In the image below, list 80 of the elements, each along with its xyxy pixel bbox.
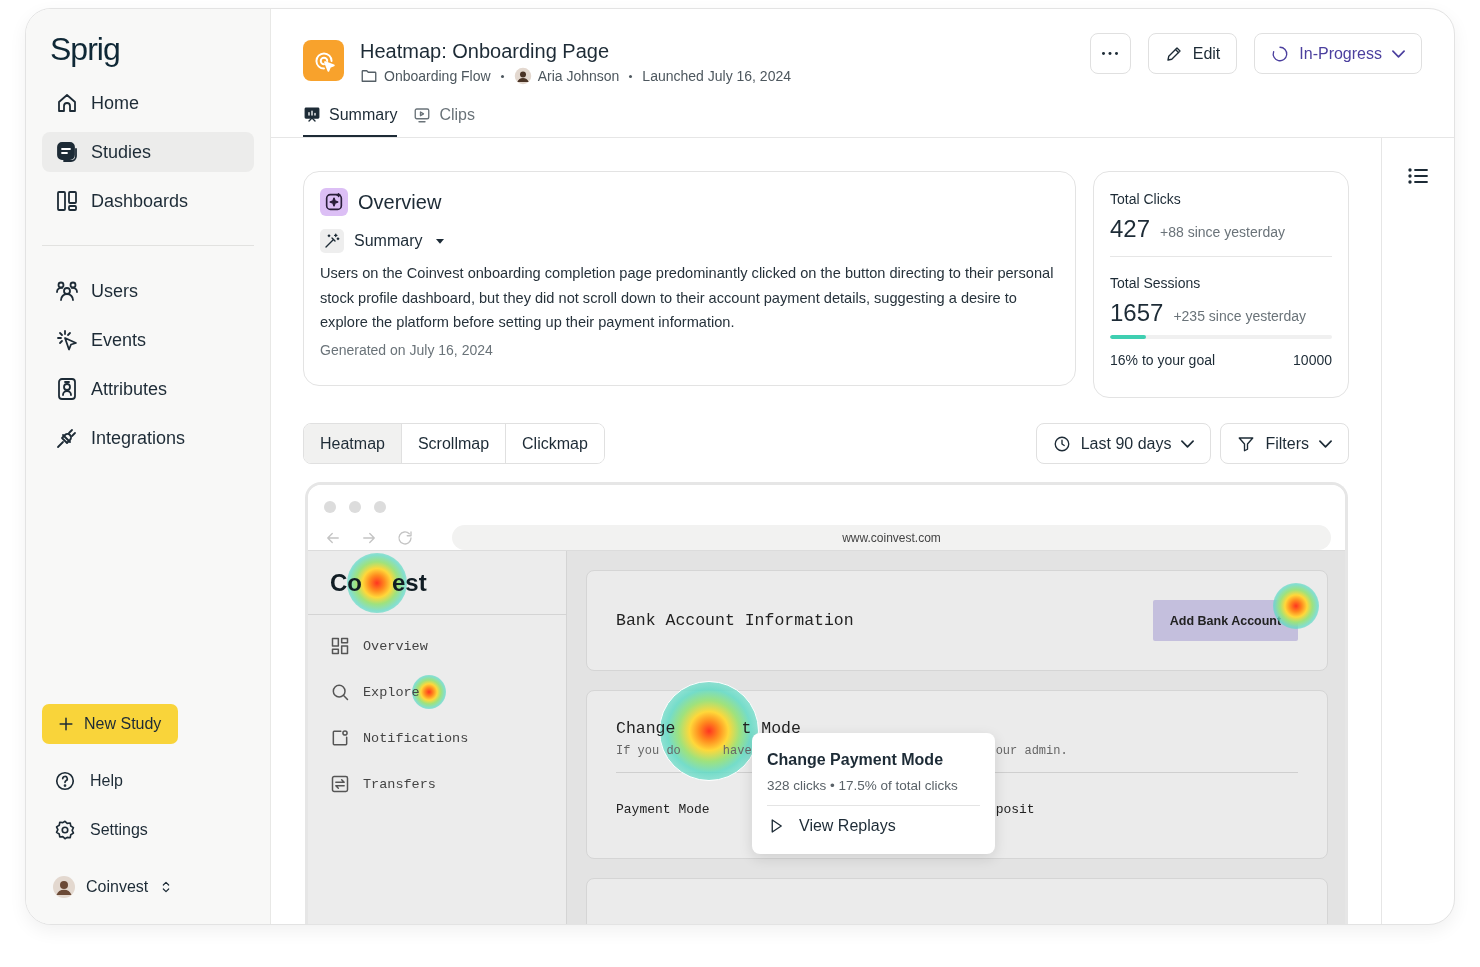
- card-note: If you do: [616, 744, 681, 758]
- card-title: t Mode: [741, 719, 801, 738]
- site-nav-item[interactable]: Notifications: [330, 723, 566, 753]
- date-range-dropdown[interactable]: Last 90 days: [1035, 423, 1212, 464]
- nav-item[interactable]: Dashboards: [42, 181, 254, 221]
- site-nav-item[interactable]: Overview: [330, 631, 566, 661]
- summary-text: Users on the Coinvest onboarding completion page predominantly clicked on the button directing to their personal stock profile dashboard, but they did not scroll down to their account payment details, suggesting a desire to explore the platform before setting up their payment information.: [320, 264, 1055, 332]
- settings-icon: [54, 819, 76, 841]
- folder-name[interactable]: Onboarding Flow: [384, 68, 491, 84]
- card-note: our admin.: [995, 744, 1068, 758]
- chevron-down-icon: [1319, 439, 1332, 448]
- tab[interactable]: Summary: [303, 95, 398, 137]
- nav-item[interactable]: Users: [42, 271, 254, 311]
- tooltip-title: Change Payment Mode: [767, 751, 945, 769]
- filters-button[interactable]: Filters: [1220, 423, 1349, 464]
- notification-icon: [330, 728, 350, 748]
- stat-label: Total Clicks: [1110, 191, 1182, 207]
- status-dropdown[interactable]: In-Progress: [1254, 33, 1422, 74]
- author-name: Aria Johnson: [537, 68, 620, 84]
- goal-target: 10000: [1293, 352, 1332, 368]
- stat-label: Total Sessions: [1110, 275, 1202, 291]
- summary-dropdown[interactable]: Summary: [320, 229, 449, 253]
- launch-date: Launched July 16, 2024: [642, 68, 792, 84]
- field-value: posit: [995, 802, 1035, 817]
- goal-label: 16% to your goal: [1110, 352, 1216, 368]
- monitor-play-icon: [413, 106, 432, 124]
- chevron-down-icon: [1392, 49, 1405, 58]
- address-bar[interactable]: www.coinvest.com: [452, 525, 1331, 550]
- folder-icon: [360, 67, 378, 85]
- more-icon: [1102, 52, 1119, 55]
- nav-item[interactable]: Studies: [42, 132, 254, 172]
- add-bank-button[interactable]: Add Bank Account: [1153, 600, 1298, 641]
- filter-icon: [1237, 434, 1256, 453]
- nav-item[interactable]: Events: [42, 320, 254, 360]
- avatar-icon: [52, 875, 76, 899]
- site-nav-item[interactable]: Transfers: [330, 769, 566, 799]
- nav-item[interactable]: Attributes: [42, 369, 254, 409]
- stat-value: 1657: [1110, 299, 1164, 327]
- section-title: Overview: [358, 190, 442, 214]
- generated-date: Generated on July 16, 2024: [320, 341, 494, 358]
- plug-icon: [55, 426, 79, 450]
- workspace-switcher[interactable]: Coinvest: [42, 867, 254, 907]
- card-title: Bank Account Information: [616, 611, 854, 630]
- clock-icon: [1052, 434, 1071, 453]
- view-replays-button[interactable]: View Replays: [767, 817, 896, 835]
- avatar-icon: [513, 67, 532, 85]
- help-icon: [54, 770, 76, 792]
- transfer-icon: [330, 774, 350, 794]
- chat-icon: [55, 140, 79, 164]
- id-card-icon: [55, 377, 79, 401]
- search-icon: [330, 682, 350, 702]
- view-tab[interactable]: Heatmap: [304, 424, 401, 463]
- nav-item[interactable]: Integrations: [42, 418, 254, 458]
- field-label: Payment Mode: [616, 802, 710, 817]
- study-title: Heatmap: Onboarding Page: [360, 40, 611, 62]
- grid-icon: [330, 636, 350, 656]
- nav-item[interactable]: Home: [42, 83, 254, 123]
- home-icon: [55, 91, 79, 115]
- tab[interactable]: Clips: [413, 95, 475, 137]
- magic-wand-icon: [323, 232, 341, 250]
- reload-icon: [396, 528, 414, 547]
- progress-icon: [1271, 44, 1290, 63]
- logo: Sprig: [50, 30, 121, 69]
- window-controls-icon: [324, 501, 386, 513]
- edit-button[interactable]: Edit: [1147, 33, 1238, 74]
- chevron-down-icon: [1181, 439, 1195, 448]
- sidebar-link[interactable]: Help: [42, 761, 254, 801]
- cursor-icon: [55, 328, 79, 352]
- stat-value: 427: [1110, 215, 1151, 243]
- stat-change: +235 since yesterday: [1173, 308, 1307, 324]
- stat-change: +88 since yesterday: [1160, 224, 1285, 240]
- view-tab[interactable]: Clickmap: [505, 424, 604, 463]
- sidebar-link[interactable]: Settings: [42, 810, 254, 850]
- presentation-icon: [303, 106, 321, 124]
- dashboard-icon: [55, 189, 79, 213]
- card-note: have: [722, 744, 752, 758]
- users-icon: [55, 279, 79, 303]
- sparkle-icon: [323, 191, 345, 213]
- tooltip-stats: 328 clicks • 17.5% of total clicks: [767, 778, 980, 806]
- new-study-button[interactable]: New Study: [42, 704, 178, 744]
